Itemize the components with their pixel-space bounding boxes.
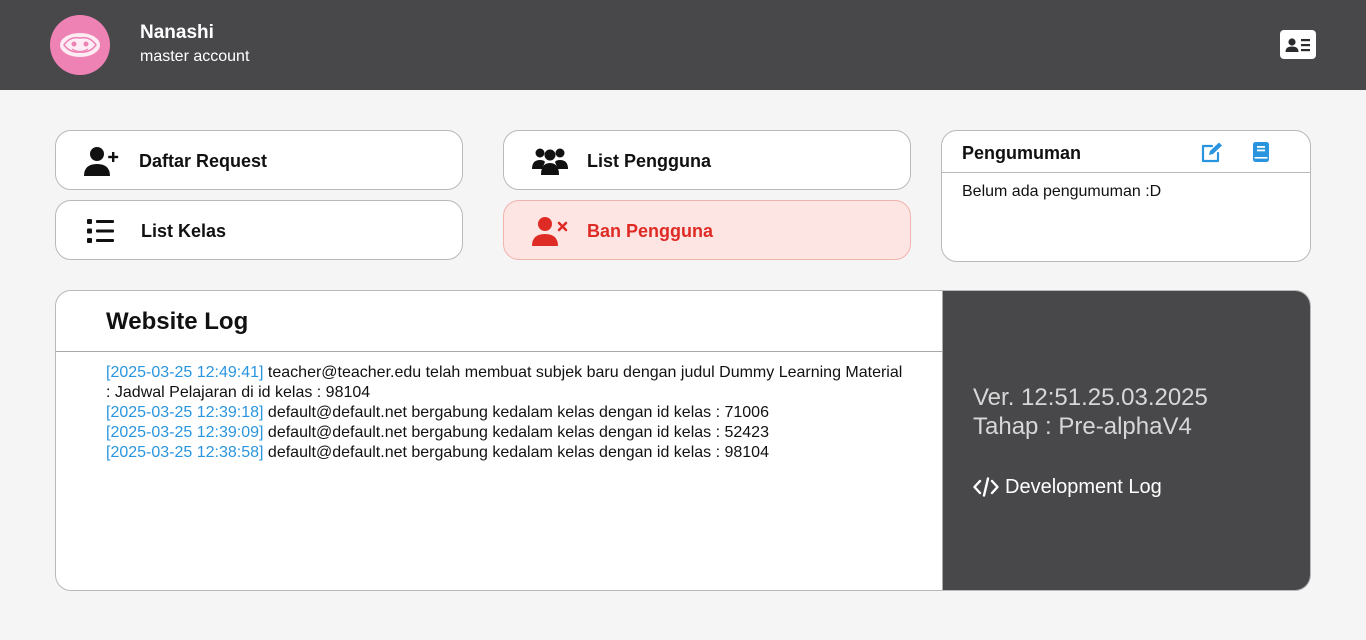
log-entry: [2025-03-25 12:39:09] default@default.ne…	[106, 423, 906, 443]
log-entry: [2025-03-25 12:38:58] default@default.ne…	[106, 443, 906, 463]
log-entry: [2025-03-25 12:49:41] teacher@teacher.ed…	[106, 363, 906, 403]
announcement-title: Pengumuman	[962, 143, 1082, 163]
version-panel: Ver. 12:51.25.03.2025 Tahap : Pre-alphaV…	[942, 291, 1310, 590]
log-entry-time: [2025-03-25 12:39:18]	[106, 404, 264, 421]
daftar-request-label: Daftar Request	[139, 151, 268, 171]
avatar-image-icon	[60, 33, 100, 57]
user-role: master account	[140, 48, 250, 65]
log-entry-text: default@default.net bergabung kedalam ke…	[267, 424, 769, 441]
code-icon	[973, 477, 999, 497]
list-pengguna-button[interactable]: List Pengguna	[503, 130, 911, 190]
development-log-label: Development Log	[1005, 475, 1162, 498]
website-log-header: Website Log	[56, 291, 942, 352]
users-icon	[532, 148, 568, 175]
avatar[interactable]	[50, 15, 110, 75]
website-log-panel: Website Log [2025-03-25 12:49:41] teache…	[55, 290, 1311, 591]
list-kelas-label: List Kelas	[141, 221, 227, 241]
log-entry: [2025-03-25 12:39:18] default@default.ne…	[106, 403, 906, 423]
log-entry-text: default@default.net bergabung kedalam ke…	[267, 404, 769, 421]
daftar-request-button[interactable]: Daftar Request	[55, 130, 463, 190]
edit-icon[interactable]	[1200, 141, 1224, 163]
user-xmark-icon	[532, 217, 568, 246]
log-entry-time: [2025-03-25 12:49:41]	[106, 364, 264, 381]
stage-text: Tahap : Pre-alphaV4	[973, 413, 1192, 440]
version-text: Ver. 12:51.25.03.2025	[973, 384, 1208, 411]
announcement-body: Belum ada pengumuman :D	[962, 183, 1162, 200]
list-kelas-button[interactable]: List Kelas	[55, 200, 463, 260]
announcement-header: Pengumuman	[942, 131, 1310, 173]
book-icon[interactable]	[1251, 141, 1271, 163]
announcement-card: Pengumuman Belum ada pengumuman :D	[941, 130, 1311, 262]
ban-pengguna-label: Ban Pengguna	[587, 221, 714, 241]
log-entry-time: [2025-03-25 12:39:09]	[106, 424, 264, 441]
top-bar: Nanashi master account	[0, 0, 1366, 90]
profile-card-button[interactable]	[1280, 30, 1316, 59]
website-log-title: Website Log	[106, 308, 249, 335]
user-plus-icon	[84, 147, 119, 176]
log-entry-text: default@default.net bergabung kedalam ke…	[267, 444, 769, 461]
list-pengguna-label: List Pengguna	[587, 151, 712, 171]
list-icon	[87, 219, 114, 243]
website-log-entries: [2025-03-25 12:49:41] teacher@teacher.ed…	[106, 363, 906, 463]
ban-pengguna-button[interactable]: Ban Pengguna	[503, 200, 911, 260]
development-log-link[interactable]: Development Log	[973, 475, 1162, 499]
id-card-icon	[1285, 37, 1310, 52]
log-entry-time: [2025-03-25 12:38:58]	[106, 444, 264, 461]
user-name: Nanashi	[140, 22, 214, 43]
